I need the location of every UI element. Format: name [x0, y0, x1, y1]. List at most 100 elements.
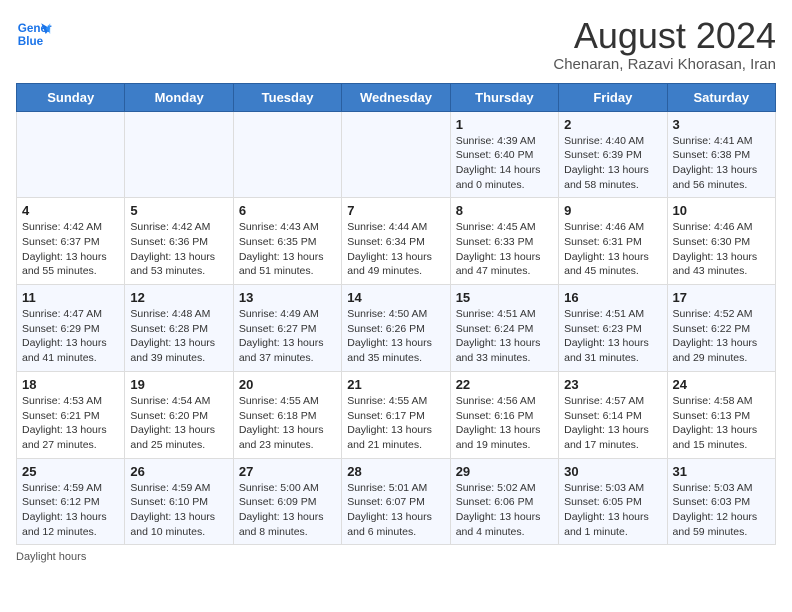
calendar-cell [233, 111, 341, 198]
day-info: Sunrise: 4:43 AMSunset: 6:35 PMDaylight:… [239, 220, 336, 279]
day-number: 25 [22, 464, 119, 479]
day-number: 17 [673, 290, 770, 305]
day-number: 23 [564, 377, 661, 392]
day-number: 31 [673, 464, 770, 479]
calendar-cell: 16 Sunrise: 4:51 AMSunset: 6:23 PMDayligh… [559, 285, 667, 372]
calendar-cell: 9 Sunrise: 4:46 AMSunset: 6:31 PMDaylight… [559, 198, 667, 285]
day-info: Sunrise: 4:52 AMSunset: 6:22 PMDaylight:… [673, 307, 770, 366]
day-info: Sunrise: 4:53 AMSunset: 6:21 PMDaylight:… [22, 394, 119, 453]
day-info: Sunrise: 4:39 AMSunset: 6:40 PMDaylight:… [456, 134, 553, 193]
day-number: 9 [564, 203, 661, 218]
title-block: August 2024 Chenaran, Razavi Khorasan, I… [553, 16, 776, 73]
calendar-cell: 6 Sunrise: 4:43 AMSunset: 6:35 PMDaylight… [233, 198, 341, 285]
day-number: 4 [22, 203, 119, 218]
calendar-cell: 11Sunrise: 4:47 AMSunset: 6:29 PMDayligh… [17, 285, 125, 372]
calendar-cell: 24 Sunrise: 4:58 AMSunset: 6:13 PMDayligh… [667, 371, 775, 458]
calendar-cell: 30Sunrise: 5:03 AMSunset: 6:05 PMDayligh… [559, 458, 667, 545]
calendar-cell: 19Sunrise: 4:54 AMSunset: 6:20 PMDayligh… [125, 371, 233, 458]
calendar-cell: 28 Sunrise: 5:01 AMSunset: 6:07 PMDayligh… [342, 458, 450, 545]
calendar-cell: 14 Sunrise: 4:50 AMSunset: 6:26 PMDayligh… [342, 285, 450, 372]
day-info: Sunrise: 4:58 AMSunset: 6:13 PMDaylight:… [673, 394, 770, 453]
calendar-cell: 23 Sunrise: 4:57 AMSunset: 6:14 PMDayligh… [559, 371, 667, 458]
day-header-monday: Monday [125, 83, 233, 111]
day-number: 26 [130, 464, 227, 479]
day-info: Sunrise: 4:44 AMSunset: 6:34 PMDaylight:… [347, 220, 444, 279]
day-info: Sunrise: 4:57 AMSunset: 6:14 PMDaylight:… [564, 394, 661, 453]
calendar-cell: 13 Sunrise: 4:49 AMSunset: 6:27 PMDayligh… [233, 285, 341, 372]
day-number: 18 [22, 377, 119, 392]
page: General Blue August 2024 Chenaran, Razav… [0, 0, 792, 573]
day-info: Sunrise: 4:50 AMSunset: 6:26 PMDaylight:… [347, 307, 444, 366]
day-info: Sunrise: 4:56 AMSunset: 6:16 PMDaylight:… [456, 394, 553, 453]
day-number: 12 [130, 290, 227, 305]
day-number: 13 [239, 290, 336, 305]
day-info: Sunrise: 4:41 AMSunset: 6:38 PMDaylight:… [673, 134, 770, 193]
day-number: 14 [347, 290, 444, 305]
calendar-cell: 29Sunrise: 5:02 AMSunset: 6:06 PMDayligh… [450, 458, 558, 545]
day-number: 3 [673, 117, 770, 132]
day-info: Sunrise: 4:51 AMSunset: 6:24 PMDaylight:… [456, 307, 553, 366]
calendar-cell: 15 Sunrise: 4:51 AMSunset: 6:24 PMDayligh… [450, 285, 558, 372]
calendar-cell: 5 Sunrise: 4:42 AMSunset: 6:36 PMDaylight… [125, 198, 233, 285]
calendar-cell [17, 111, 125, 198]
day-number: 5 [130, 203, 227, 218]
day-info: Sunrise: 4:54 AMSunset: 6:20 PMDaylight:… [130, 394, 227, 453]
day-header-sunday: Sunday [17, 83, 125, 111]
day-info: Sunrise: 4:48 AMSunset: 6:28 PMDaylight:… [130, 307, 227, 366]
calendar-cell: 18 Sunrise: 4:53 AMSunset: 6:21 PMDayligh… [17, 371, 125, 458]
day-number: 27 [239, 464, 336, 479]
day-number: 28 [347, 464, 444, 479]
day-number: 24 [673, 377, 770, 392]
day-info: Sunrise: 4:42 AMSunset: 6:36 PMDaylight:… [130, 220, 227, 279]
calendar-cell: 3 Sunrise: 4:41 AMSunset: 6:38 PMDaylight… [667, 111, 775, 198]
day-number: 20 [239, 377, 336, 392]
day-info: Sunrise: 5:01 AMSunset: 6:07 PMDaylight:… [347, 481, 444, 540]
calendar-cell: 20 Sunrise: 4:55 AMSunset: 6:18 PMDayligh… [233, 371, 341, 458]
day-info: Sunrise: 5:00 AMSunset: 6:09 PMDaylight:… [239, 481, 336, 540]
day-header-friday: Friday [559, 83, 667, 111]
day-number: 8 [456, 203, 553, 218]
footer-note: Daylight hours [16, 551, 776, 563]
calendar-cell: 10 Sunrise: 4:46 AMSunset: 6:30 PMDayligh… [667, 198, 775, 285]
day-header-thursday: Thursday [450, 83, 558, 111]
calendar-cell: 7 Sunrise: 4:44 AMSunset: 6:34 PMDaylight… [342, 198, 450, 285]
calendar: SundayMondayTuesdayWednesdayThursdayFrid… [16, 83, 776, 546]
day-number: 16 [564, 290, 661, 305]
day-info: Sunrise: 4:59 AMSunset: 6:10 PMDaylight:… [130, 481, 227, 540]
day-number: 21 [347, 377, 444, 392]
day-info: Sunrise: 5:03 AMSunset: 6:05 PMDaylight:… [564, 481, 661, 540]
day-info: Sunrise: 4:45 AMSunset: 6:33 PMDaylight:… [456, 220, 553, 279]
day-header-saturday: Saturday [667, 83, 775, 111]
calendar-cell: 22 Sunrise: 4:56 AMSunset: 6:16 PMDayligh… [450, 371, 558, 458]
day-number: 15 [456, 290, 553, 305]
day-number: 6 [239, 203, 336, 218]
calendar-cell: 17 Sunrise: 4:52 AMSunset: 6:22 PMDayligh… [667, 285, 775, 372]
day-number: 2 [564, 117, 661, 132]
svg-text:Blue: Blue [18, 35, 44, 48]
calendar-cell: 4 Sunrise: 4:42 AMSunset: 6:37 PMDaylight… [17, 198, 125, 285]
calendar-cell: 25 Sunrise: 4:59 AMSunset: 6:12 PMDayligh… [17, 458, 125, 545]
day-info: Sunrise: 4:55 AMSunset: 6:18 PMDaylight:… [239, 394, 336, 453]
calendar-cell: 1 Sunrise: 4:39 AMSunset: 6:40 PMDaylight… [450, 111, 558, 198]
day-number: 1 [456, 117, 553, 132]
day-header-tuesday: Tuesday [233, 83, 341, 111]
day-number: 7 [347, 203, 444, 218]
day-info: Sunrise: 4:46 AMSunset: 6:30 PMDaylight:… [673, 220, 770, 279]
day-info: Sunrise: 5:02 AMSunset: 6:06 PMDaylight:… [456, 481, 553, 540]
calendar-cell: 8 Sunrise: 4:45 AMSunset: 6:33 PMDaylight… [450, 198, 558, 285]
day-number: 22 [456, 377, 553, 392]
calendar-cell [125, 111, 233, 198]
day-info: Sunrise: 4:55 AMSunset: 6:17 PMDaylight:… [347, 394, 444, 453]
day-info: Sunrise: 4:51 AMSunset: 6:23 PMDaylight:… [564, 307, 661, 366]
day-info: Sunrise: 4:59 AMSunset: 6:12 PMDaylight:… [22, 481, 119, 540]
day-number: 10 [673, 203, 770, 218]
calendar-cell: 2Sunrise: 4:40 AMSunset: 6:39 PMDaylight… [559, 111, 667, 198]
main-title: August 2024 [553, 16, 776, 56]
day-info: Sunrise: 4:46 AMSunset: 6:31 PMDaylight:… [564, 220, 661, 279]
day-info: Sunrise: 4:42 AMSunset: 6:37 PMDaylight:… [22, 220, 119, 279]
calendar-cell: 12 Sunrise: 4:48 AMSunset: 6:28 PMDayligh… [125, 285, 233, 372]
day-header-wednesday: Wednesday [342, 83, 450, 111]
day-info: Sunrise: 4:49 AMSunset: 6:27 PMDaylight:… [239, 307, 336, 366]
calendar-cell: 26 Sunrise: 4:59 AMSunset: 6:10 PMDayligh… [125, 458, 233, 545]
header: General Blue August 2024 Chenaran, Razav… [16, 16, 776, 73]
